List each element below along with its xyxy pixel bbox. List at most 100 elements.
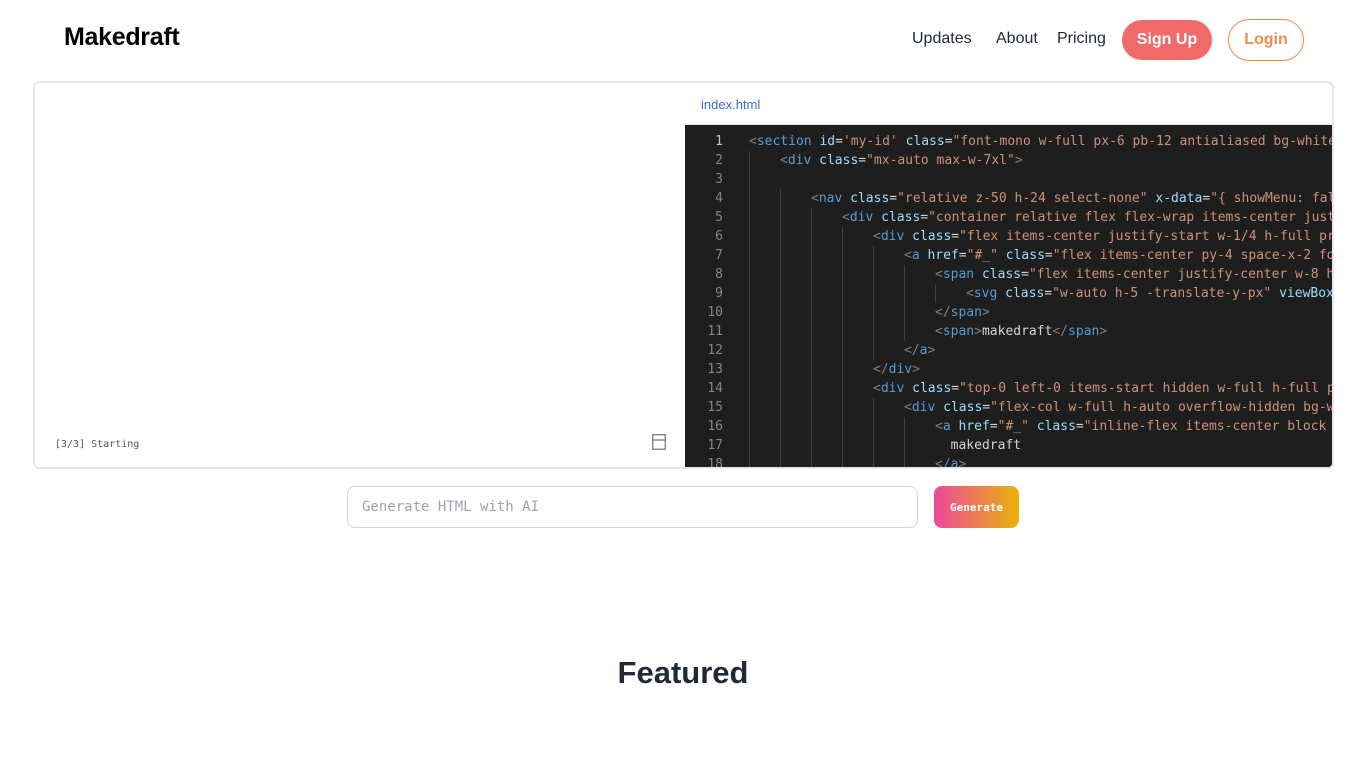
code-token: makedraft: [981, 324, 1053, 339]
code-line[interactable]: 18 </a>: [685, 455, 1332, 467]
code-line[interactable]: 9 <svg class="w-auto h-5 -translate-y-px"…: [685, 284, 1332, 303]
indent-guide: [749, 284, 750, 303]
indent-guide: [811, 246, 812, 265]
indent-guide: [842, 246, 843, 265]
code-token: "#_": [966, 248, 998, 263]
code-text: <a href="#_" class="inline-flex items-ce…: [935, 417, 1332, 436]
code-text: <div class="container relative flex flex…: [842, 208, 1334, 227]
code-line[interactable]: 2 <div class="mx-auto max-w-7xl">: [685, 151, 1332, 170]
layout-panel-icon[interactable]: [652, 434, 666, 450]
code-area[interactable]: 1 <section id='my-id' class="font-mono w-…: [685, 125, 1334, 467]
indent-guide: [873, 398, 874, 417]
code-token: <: [935, 324, 943, 339]
indent-guide: [780, 379, 781, 398]
line-number: 18: [707, 457, 723, 467]
indent-guide: [842, 455, 843, 467]
code-token: =: [951, 229, 960, 244]
nav-link-about[interactable]: About: [996, 30, 1038, 48]
line-number: 17: [707, 438, 723, 453]
code-token: =: [951, 381, 960, 396]
code-token: svg: [973, 286, 998, 301]
indent-guide: [811, 455, 812, 467]
code-token: div: [880, 229, 905, 244]
code-token: "container relative flex flex-wrap items…: [928, 210, 1334, 225]
code-token: id: [819, 134, 836, 149]
code-line[interactable]: 14 <div class="top-0 left-0 items-start h…: [685, 379, 1332, 398]
nav-link-pricing[interactable]: Pricing: [1057, 30, 1106, 48]
line-number: 8: [715, 267, 723, 282]
code-token: =: [889, 191, 898, 206]
code-token: "relative z-50 h-24 select-none": [897, 191, 1148, 206]
code-token: =: [989, 419, 998, 434]
code-line[interactable]: 13 </div>: [685, 360, 1332, 379]
code-line[interactable]: 3: [685, 170, 1332, 189]
indent-guide: [780, 246, 781, 265]
code-line[interactable]: 7 <a href="#_" class="flex items-center p…: [685, 246, 1332, 265]
indent-guide: [811, 284, 812, 303]
generate-button[interactable]: Generate: [934, 486, 1019, 528]
code-token: class: [981, 267, 1022, 282]
code-token: =: [1044, 248, 1053, 263]
code-line[interactable]: 4 <nav class="relative z-50 h-24 select-n…: [685, 189, 1332, 208]
code-line[interactable]: 8 <span class="flex items-center justify-…: [685, 265, 1332, 284]
line-number: 13: [707, 362, 723, 377]
code-text: <svg class="w-auto h-5 -translate-y-px" …: [966, 284, 1332, 303]
code-token: span: [1068, 324, 1100, 339]
code-line[interactable]: 16 <a href="#_" class="inline-flex items-…: [685, 417, 1332, 436]
indent-guide: [811, 341, 812, 360]
code-token: <: [935, 267, 943, 282]
preview-pane[interactable]: [3/3] Starting: [35, 83, 685, 467]
code-token: <: [842, 210, 850, 225]
code-line[interactable]: 5 <div class="container relative flex fle…: [685, 208, 1334, 227]
code-token: >: [1014, 153, 1023, 168]
code-line[interactable]: 11 <span>makedraft</span>: [685, 322, 1332, 341]
brand-logo[interactable]: Makedraft: [64, 23, 180, 52]
indent-guide: [904, 436, 905, 455]
code-editor[interactable]: index.html 1 <section id='my-id' class="f…: [685, 83, 1334, 467]
code-token: div: [888, 362, 913, 377]
indent-guide: [749, 265, 750, 284]
tab-index-html[interactable]: index.html: [701, 97, 760, 112]
code-token: "flex items-center justify-start w-1/4 h…: [959, 229, 1334, 244]
line-number: 11: [707, 324, 723, 339]
indent-guide: [749, 379, 750, 398]
indent-guide: [904, 284, 905, 303]
code-line[interactable]: 6 <div class="flex items-center justify-s…: [685, 227, 1334, 246]
code-line[interactable]: 12 </a>: [685, 341, 1332, 360]
code-token: <: [749, 134, 757, 149]
sign-up-button[interactable]: Sign Up: [1122, 20, 1212, 60]
workspace-panel: [3/3] Starting index.html 1 <section id='…: [33, 81, 1334, 469]
code-token: href: [958, 419, 990, 434]
code-line[interactable]: 15 <div class="flex-col w-full h-auto ove…: [685, 398, 1332, 417]
nav-link-updates[interactable]: Updates: [912, 30, 972, 48]
code-token: class: [881, 210, 921, 225]
prompt-input[interactable]: [347, 486, 918, 528]
indent-guide: [749, 170, 750, 189]
code-line[interactable]: 17 makedraft: [685, 436, 1332, 455]
code-token: class: [912, 229, 952, 244]
indent-guide: [842, 303, 843, 322]
indent-guide: [780, 189, 781, 208]
indent-guide: [873, 284, 874, 303]
indent-guide: [749, 189, 750, 208]
code-token: =: [920, 210, 929, 225]
featured-heading: Featured: [617, 655, 749, 690]
indent-guide: [873, 436, 874, 455]
line-number: 9: [715, 286, 723, 301]
code-token: >: [958, 457, 967, 467]
indent-guide: [749, 322, 750, 341]
code-text: <span>makedraft</span>: [935, 322, 1107, 341]
code-token: </: [935, 305, 951, 320]
code-token: <: [904, 400, 912, 415]
line-number: 12: [707, 343, 723, 358]
indent-guide: [749, 246, 750, 265]
code-line[interactable]: 1 <section id='my-id' class="font-mono w-…: [685, 132, 1332, 151]
code-token: nav: [818, 191, 843, 206]
indent-guide: [780, 208, 781, 227]
login-button[interactable]: Login: [1228, 19, 1304, 61]
code-line[interactable]: 10 </span>: [685, 303, 1332, 322]
